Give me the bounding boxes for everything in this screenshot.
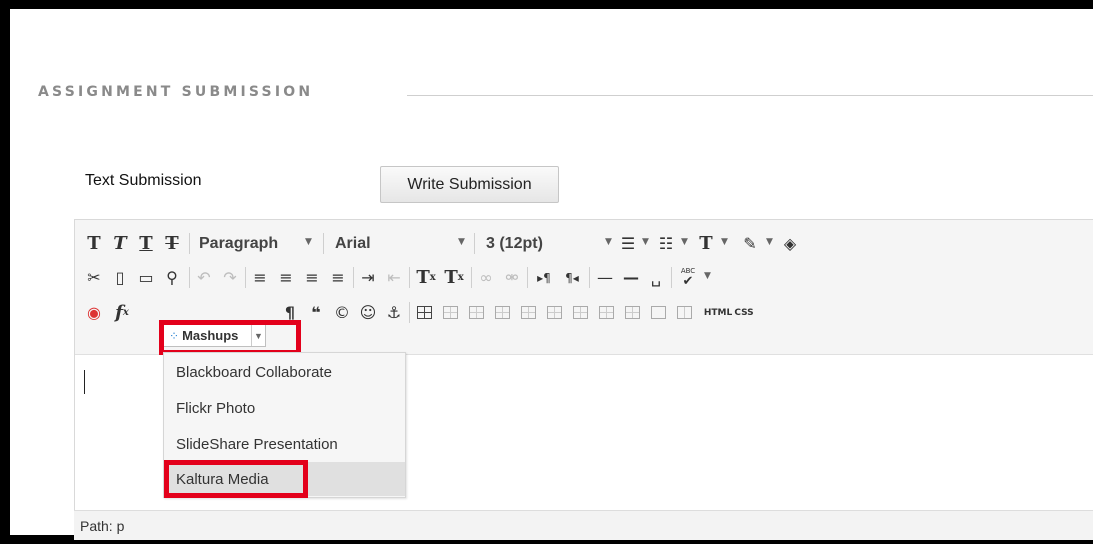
table-props-icon[interactable]	[443, 306, 458, 319]
bold-icon[interactable]: T	[83, 228, 105, 259]
table-cell-props-icon[interactable]	[495, 306, 510, 319]
menu-item-blackboard-collaborate[interactable]: Blackboard Collaborate	[164, 355, 405, 389]
toolbar-separator	[353, 267, 354, 288]
toolbar-row-2: ✂ ▯ ▭ ⚲ ↶ ↷ ≡ ≡ ≡ ≡ ⇥ ⇤ Tx Tx ∞ ⚮ ▸¶ ¶◂ …	[79, 262, 1079, 293]
indent-icon[interactable]: ⇥	[357, 262, 379, 293]
section-divider	[407, 95, 1093, 96]
link-icon[interactable]: ∞	[475, 262, 497, 293]
highlight-dropdown-icon[interactable]: ▼	[766, 237, 773, 247]
row-before-icon[interactable]	[521, 306, 536, 319]
col-before-icon[interactable]	[599, 306, 614, 319]
font-select[interactable]: Arial	[335, 228, 371, 259]
col-after-icon[interactable]	[625, 306, 640, 319]
ltr-icon[interactable]: ▸¶	[531, 262, 557, 293]
align-right-icon[interactable]: ≡	[301, 262, 323, 293]
emoticon-icon[interactable]: ☺	[357, 297, 379, 328]
html-source-icon[interactable]: HTML	[703, 297, 733, 328]
cut-icon[interactable]: ✂	[83, 262, 105, 293]
format-select[interactable]: Paragraph	[199, 228, 278, 259]
bullet-list-dropdown-icon[interactable]: ▼	[642, 237, 649, 247]
align-left-icon[interactable]: ≡	[249, 262, 271, 293]
toolbar-separator	[323, 233, 324, 254]
record-icon[interactable]: ◉	[83, 297, 105, 328]
outdent-icon[interactable]: ⇤	[383, 262, 405, 293]
spellcheck-dropdown-icon[interactable]: ▼	[704, 271, 711, 281]
font-dropdown-icon[interactable]: ▼	[458, 237, 465, 247]
table-row-props-icon[interactable]	[469, 306, 484, 319]
italic-icon[interactable]: T	[109, 228, 131, 259]
eraser-icon[interactable]: ◈	[779, 228, 801, 259]
kaltura-annotation-box	[164, 460, 308, 498]
redo-icon[interactable]: ↷	[219, 262, 241, 293]
text-cursor	[84, 370, 85, 394]
superscript-icon[interactable]: Tx	[413, 262, 439, 293]
align-justify-icon[interactable]: ≡	[327, 262, 349, 293]
toolbar-separator	[409, 267, 410, 288]
find-icon[interactable]: ⚲	[161, 262, 183, 293]
horizontal-rule-icon[interactable]: —	[593, 262, 617, 293]
math-icon[interactable]: fx	[109, 297, 135, 328]
write-submission-button[interactable]: Write Submission	[380, 166, 559, 203]
subscript-icon[interactable]: Tx	[441, 262, 467, 293]
copy-icon[interactable]: ▯	[109, 262, 131, 293]
numbered-list-icon[interactable]: ☷	[655, 228, 677, 259]
toolbar-row-1: T T T T Paragraph ▼ Arial ▼ 3 (12pt) ▼ ☰…	[79, 228, 1079, 259]
split-cells-icon[interactable]	[677, 306, 692, 319]
toolbar-separator	[471, 267, 472, 288]
strikethrough-icon[interactable]: T	[161, 228, 183, 259]
format-dropdown-icon[interactable]: ▼	[305, 237, 312, 247]
unlink-icon[interactable]: ⚮	[501, 262, 523, 293]
toolbar-separator	[245, 267, 246, 288]
toolbar-separator	[589, 267, 590, 288]
text-color-dropdown-icon[interactable]: ▼	[721, 237, 728, 247]
text-color-icon[interactable]: T	[695, 228, 717, 259]
copyright-icon[interactable]: ©	[331, 297, 353, 328]
rtl-icon[interactable]: ¶◂	[559, 262, 585, 293]
toolbar-separator	[474, 233, 475, 254]
css-icon[interactable]: CSS	[731, 297, 757, 328]
path-bar: Path: p	[74, 510, 1093, 540]
font-size-select[interactable]: 3 (12pt)	[486, 228, 543, 259]
blockquote-icon[interactable]: ❝	[305, 297, 327, 328]
toolbar-separator	[189, 267, 190, 288]
delete-col-icon[interactable]	[651, 306, 666, 319]
insert-table-icon[interactable]	[417, 306, 432, 319]
font-size-dropdown-icon[interactable]: ▼	[605, 237, 612, 247]
bullet-list-icon[interactable]: ☰	[617, 228, 639, 259]
menu-item-flickr-photo[interactable]: Flickr Photo	[164, 391, 405, 425]
text-submission-label: Text Submission	[85, 172, 202, 189]
toolbar-separator	[189, 233, 190, 254]
spellcheck-icon[interactable]: ABC ✔	[676, 262, 700, 293]
anchor-icon[interactable]: ⚓	[383, 297, 405, 328]
align-center-icon[interactable]: ≡	[275, 262, 297, 293]
toolbar-separator	[671, 267, 672, 288]
highlight-icon[interactable]: ✎	[739, 228, 761, 259]
menu-item-slideshare-presentation[interactable]: SlideShare Presentation	[164, 427, 405, 461]
undo-icon[interactable]: ↶	[193, 262, 215, 293]
toolbar-separator	[527, 267, 528, 288]
paste-icon[interactable]: ▭	[135, 262, 157, 293]
thick-rule-icon[interactable]: —	[619, 262, 643, 293]
underline-icon[interactable]: T	[135, 228, 157, 259]
section-title: ASSIGNMENT SUBMISSION	[38, 84, 314, 100]
numbered-list-dropdown-icon[interactable]: ▼	[681, 237, 688, 247]
delete-row-icon[interactable]	[573, 306, 588, 319]
mashups-annotation-box	[159, 320, 301, 355]
row-after-icon[interactable]	[547, 306, 562, 319]
nonbreaking-space-icon[interactable]: ␣	[645, 262, 667, 293]
toolbar-separator	[409, 302, 410, 323]
